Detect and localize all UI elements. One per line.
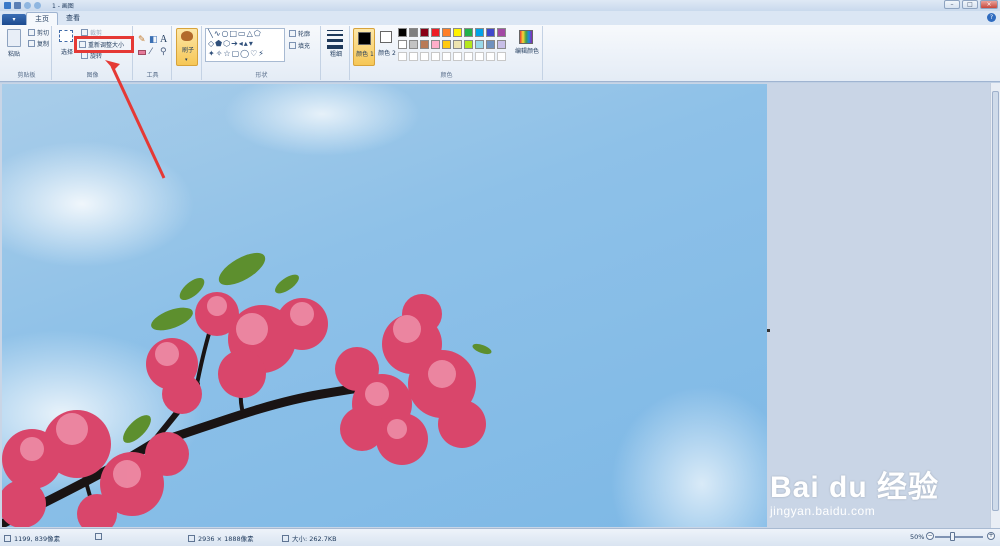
zoom-in-button[interactable]: + <box>987 532 995 540</box>
watermark-sub: jingyan.baidu.com <box>770 504 876 518</box>
watermark-main: Bai du 经验 <box>770 471 940 504</box>
selection-size <box>95 533 102 540</box>
cursor-icon <box>4 534 11 542</box>
file-size: 大小: 262.7KB <box>282 533 337 543</box>
zoom-slider[interactable] <box>935 536 983 538</box>
baidu-watermark: Bai du 经验 jingyan.baidu.com <box>770 462 939 518</box>
image-size-icon <box>188 534 195 542</box>
zoom-slider-knob[interactable] <box>950 532 955 541</box>
cursor-position: 1199, 839像素 <box>4 533 60 543</box>
zoom-out-button[interactable]: − <box>926 532 934 540</box>
image-dimensions: 2936 × 1888像素 <box>188 533 254 543</box>
disk-icon <box>282 534 289 542</box>
status-bar: 1199, 839像素 2936 × 1888像素 大小: 262.7KB 50… <box>0 528 1000 546</box>
selection-icon <box>95 533 102 540</box>
zoom-level: 50% <box>910 533 925 541</box>
